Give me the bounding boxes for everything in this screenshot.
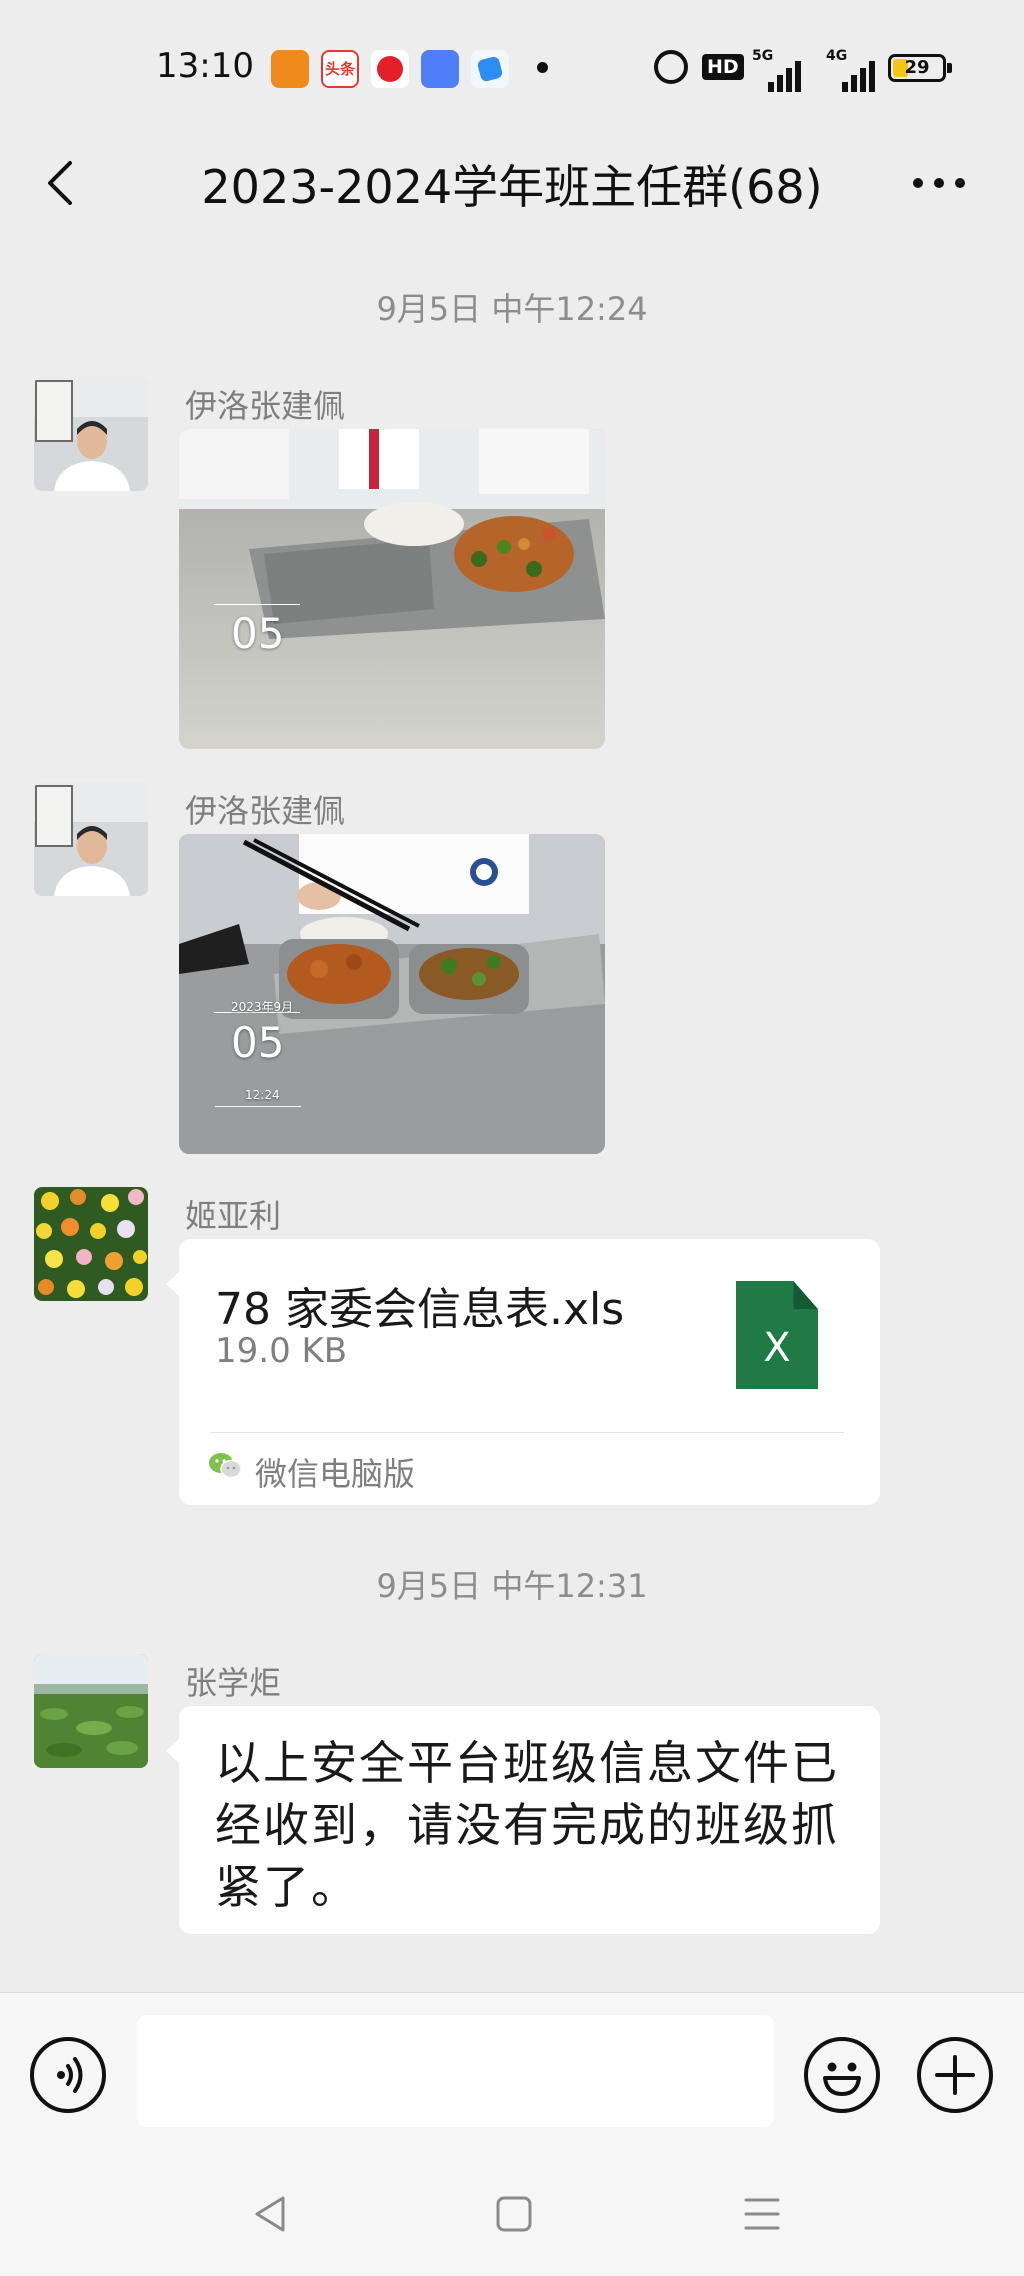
file-source-label: 微信电脑版 (255, 1455, 416, 1493)
system-back-icon[interactable] (249, 2192, 293, 2236)
emoji-icon[interactable] (804, 2037, 880, 2113)
sender-name: 张学炬 (185, 1664, 282, 1702)
divider (211, 1432, 844, 1433)
photo-month-stamp: 2023年9月 (231, 1000, 294, 1014)
chat-title: 2023-2024学年班主任群(68) (201, 160, 823, 214)
file-name: 78 家委会信息表.xls (215, 1284, 625, 1335)
file-message-bubble[interactable]: 78 家委会信息表.xls 19.0 KB X 微信电脑版 (166, 1239, 880, 1505)
wechat-icon (209, 1453, 242, 1479)
app-icon-orange (271, 50, 309, 88)
input-bar (0, 1992, 1024, 2156)
status-bar: 13:10 头条 HD 5G 4G 29 (0, 0, 1024, 135)
file-size: 19.0 KB (215, 1331, 348, 1371)
text-message-bubble[interactable]: 以上安全平台班级信息文件已经收到，请没有完成的班级抓紧了。 (166, 1706, 880, 1934)
system-menu-icon[interactable] (740, 2192, 784, 2236)
avatar[interactable] (34, 1654, 148, 1768)
more-options-icon[interactable] (913, 171, 973, 195)
image-message[interactable]: 2023年9月 05 12:24 (179, 834, 605, 1154)
battery-level: 29 (904, 57, 930, 78)
system-home-icon[interactable] (492, 2192, 536, 2236)
sender-name: 伊洛张建佩 (185, 792, 346, 830)
message-app-icon (421, 50, 459, 88)
excel-file-icon: X (736, 1281, 818, 1389)
avatar[interactable] (34, 377, 148, 491)
image-message[interactable]: 05 (179, 429, 605, 749)
more-notifications-dot (537, 62, 548, 73)
alarm-icon (654, 50, 688, 84)
message-timestamp: 9月5日 中午12:24 (376, 290, 648, 328)
video-app-icon (371, 50, 409, 88)
signal-5g-icon: 5G (752, 48, 801, 92)
system-navigation-bar (0, 2156, 1024, 2276)
photo-time-stamp: 12:24 (245, 1088, 280, 1102)
message-text: 以上安全平台班级信息文件已经收到，请没有完成的班级抓紧了。 (215, 1736, 839, 1914)
toutiao-app-icon: 头条 (321, 50, 359, 88)
photo-date-stamp: 05 (231, 609, 285, 658)
message-timestamp: 9月5日 中午12:31 (376, 1567, 648, 1605)
signal-4g-icon: 4G (826, 48, 875, 92)
photo-date-stamp: 05 (231, 1018, 285, 1067)
avatar[interactable] (34, 782, 148, 896)
sender-name: 伊洛张建佩 (185, 387, 346, 425)
battery-icon: 29 (888, 54, 952, 82)
feather-app-icon (471, 50, 509, 88)
plus-icon[interactable] (917, 2037, 993, 2113)
avatar[interactable] (34, 1187, 148, 1301)
voice-icon[interactable] (30, 2037, 106, 2113)
message-input[interactable] (137, 2015, 774, 2127)
chat-header: 2023-2024学年班主任群(68) (0, 135, 1024, 247)
sender-name: 姬亚利 (185, 1197, 282, 1235)
photo-stamp-divider (215, 1106, 301, 1107)
status-time: 13:10 (156, 46, 254, 86)
hd-voice-icon: HD (702, 54, 744, 80)
